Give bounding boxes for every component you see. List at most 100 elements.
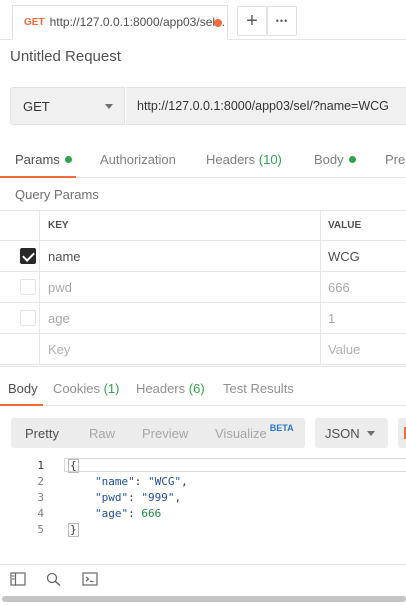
response-body-editor[interactable]: 1 2 3 4 5 { "name": "WCG", "pwd": "999",…	[0, 456, 406, 546]
response-tab-cookies-count: (1)	[103, 381, 120, 396]
beta-badge: BETA	[269, 423, 294, 433]
open-brace: {	[68, 459, 79, 473]
param-value[interactable]: WCG	[320, 241, 406, 271]
query-params-label: Query Params	[15, 187, 99, 202]
tab-body[interactable]: Body	[314, 152, 356, 167]
response-tab-cookies[interactable]: Cookies (1)	[53, 381, 119, 396]
active-tab-indicator	[0, 176, 76, 178]
raw-button[interactable]: Raw	[89, 418, 115, 448]
check-cell	[0, 334, 40, 364]
tab-headers-count: (10)	[258, 152, 282, 167]
check-cell	[0, 241, 40, 271]
new-key-input[interactable]: Key	[48, 334, 70, 364]
response-tab-headers[interactable]: Headers (6)	[136, 381, 205, 396]
request-tabs: Params Authorization Headers (10) Body P…	[0, 138, 406, 178]
visualize-button[interactable]: Visualize BETA	[215, 418, 294, 448]
check-cell	[0, 272, 40, 302]
new-value-input[interactable]: Value	[320, 334, 406, 364]
format-select-value: JSON	[325, 425, 360, 441]
tab-pre-request[interactable]: Pre	[385, 152, 405, 167]
code-line: }	[68, 523, 79, 537]
tab-options-button[interactable]: •••	[267, 6, 297, 36]
param-value[interactable]: 1	[320, 303, 406, 333]
request-title[interactable]: Untitled Request	[10, 48, 121, 65]
request-tab-method: GET	[24, 16, 45, 28]
status-bar	[0, 564, 406, 592]
table-header-row: KEY VALUE	[0, 210, 406, 241]
current-line-highlight	[64, 458, 406, 472]
pretty-button[interactable]: Pretty	[25, 418, 59, 448]
method-select-value: GET	[23, 98, 50, 114]
request-tab-url: http://127.0.0.1:8000/app03/sel...	[49, 15, 226, 29]
sidebar-icon[interactable]	[10, 572, 26, 586]
tab-body-label: Body	[314, 152, 344, 167]
code-line: "pwd": "999",	[95, 491, 182, 504]
tab-params-label: Params	[15, 152, 60, 167]
tab-headers[interactable]: Headers (10)	[206, 152, 282, 167]
tab-params[interactable]: Params	[15, 152, 72, 167]
json-key: "pwd"	[95, 491, 129, 504]
unsaved-dot-icon	[214, 19, 222, 27]
body-indicator-icon	[348, 156, 356, 163]
code-line: "age": 666	[95, 507, 162, 520]
line-number: 1	[37, 459, 44, 472]
response-active-tab-indicator	[0, 404, 43, 406]
wrap-lines-button[interactable]	[398, 418, 406, 448]
visualize-label: Visualize	[215, 425, 267, 441]
find-icon[interactable]	[46, 572, 62, 586]
json-value: "999"	[141, 491, 175, 504]
json-value: 666	[141, 507, 162, 520]
line-number: 4	[37, 507, 44, 520]
plus-icon: +	[246, 10, 258, 32]
json-comma: ,	[181, 475, 188, 488]
param-checkbox[interactable]	[20, 279, 36, 295]
chevron-down-icon	[105, 104, 113, 109]
param-key[interactable]: age	[48, 303, 70, 333]
response-tab-headers-label: Headers	[136, 381, 186, 396]
horizontal-scrollbar[interactable]	[2, 596, 406, 602]
url-input[interactable]: http://127.0.0.1:8000/app03/sel/?name=WC…	[126, 87, 406, 125]
tab-headers-label: Headers	[206, 152, 256, 167]
tab-authorization[interactable]: Authorization	[100, 152, 176, 167]
preview-button[interactable]: Preview	[142, 418, 188, 448]
code-line: "name": "WCG",	[95, 475, 188, 488]
table-row: age 1	[0, 303, 406, 334]
line-number: 3	[37, 491, 44, 504]
param-key[interactable]: name	[48, 241, 81, 271]
line-number: 5	[37, 523, 44, 536]
json-comma: ,	[174, 491, 182, 504]
tab-strip: GET http://127.0.0.1:8000/app03/sel... +…	[0, 0, 406, 40]
query-params-table: KEY VALUE name WCG pwd 666 age 1 Key Val…	[0, 210, 406, 365]
url-bar: GET http://127.0.0.1:8000/app03/sel/?nam…	[10, 87, 406, 125]
param-key[interactable]: pwd	[48, 272, 72, 302]
table-row: pwd 666	[0, 272, 406, 303]
json-value: "WCG"	[148, 475, 182, 488]
request-tab[interactable]: GET http://127.0.0.1:8000/app03/sel...	[12, 5, 228, 40]
response-tab-body[interactable]: Body	[8, 381, 38, 396]
key-column-header: KEY	[48, 220, 69, 231]
response-tab-tests[interactable]: Test Results	[223, 381, 294, 396]
check-column-header	[0, 211, 40, 240]
format-select[interactable]: JSON	[315, 418, 388, 448]
value-column-header: VALUE	[320, 211, 406, 240]
response-tab-headers-count: (6)	[188, 381, 205, 396]
check-cell	[0, 303, 40, 333]
param-checkbox[interactable]	[20, 248, 36, 264]
code-line: {	[68, 459, 79, 473]
new-tab-button[interactable]: +	[237, 6, 267, 36]
table-row: name WCG	[0, 241, 406, 272]
line-number: 2	[37, 475, 44, 488]
view-mode-bar: Pretty Raw Preview Visualize BETA	[11, 418, 305, 448]
response-tab-cookies-label: Cookies	[53, 381, 100, 396]
close-brace: }	[68, 523, 79, 537]
more-icon: •••	[275, 15, 289, 26]
param-value[interactable]: 666	[320, 272, 406, 302]
json-key: "name"	[95, 475, 135, 488]
json-key: "age"	[95, 507, 129, 520]
param-checkbox[interactable]	[20, 310, 36, 326]
table-row: Key Value	[0, 334, 406, 365]
method-select[interactable]: GET	[10, 87, 125, 125]
console-icon[interactable]	[82, 572, 98, 586]
chevron-down-icon	[367, 431, 375, 436]
params-indicator-icon	[64, 156, 72, 163]
